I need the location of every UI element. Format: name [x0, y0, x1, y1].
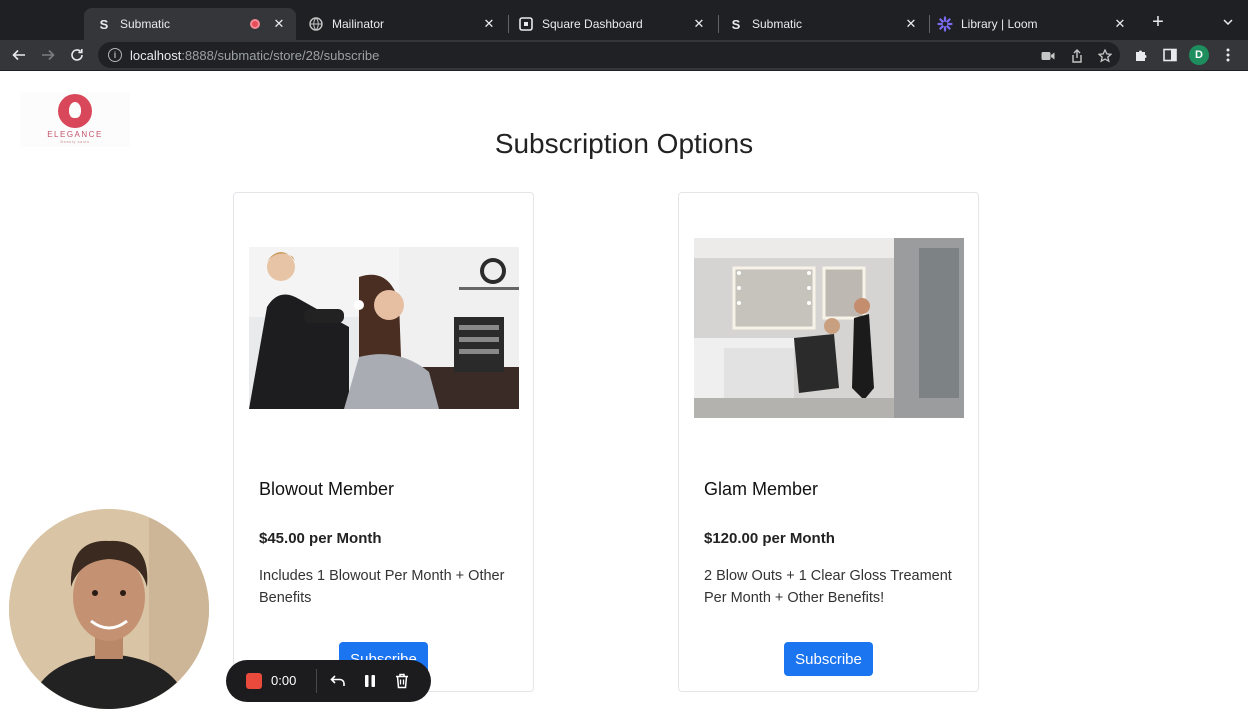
plan-card-blowout: Blowout Member $45.00 per Month Includes… [233, 192, 534, 692]
plan-name: Blowout Member [259, 479, 395, 499]
tab-submatic-active[interactable]: S Submatic ✕ [84, 8, 296, 40]
url-path: :8888/submatic/store/28/subscribe [181, 47, 380, 63]
tab-mailinator[interactable]: Mailinator ✕ [296, 8, 506, 40]
square-icon [518, 16, 534, 32]
url-host: localhost [130, 47, 182, 63]
undo-restart-icon[interactable] [328, 671, 348, 691]
tab-title: Library | Loom [961, 17, 1038, 31]
plan-description: Includes 1 Blowout Per Month + Other Ben… [259, 568, 505, 606]
page-title: Subscription Options [494, 128, 754, 159]
plan-name: Glam Member [704, 479, 819, 499]
address-bar[interactable]: i localhost:8888/submatic/store/28/subsc… [98, 42, 1120, 68]
back-arrow-icon[interactable] [8, 44, 30, 66]
recording-indicator-icon [250, 19, 260, 29]
subscribe-button[interactable]: Subscribe [784, 642, 873, 676]
submatic-favicon-icon: S [99, 16, 109, 32]
webcam-bubble[interactable] [9, 509, 209, 709]
extensions-puzzle-icon[interactable] [1132, 46, 1150, 64]
tab-submatic[interactable]: S Submatic ✕ [716, 8, 928, 40]
trash-icon[interactable] [392, 671, 412, 691]
close-tab-icon[interactable]: ✕ [482, 16, 496, 31]
close-tab-icon[interactable]: ✕ [1113, 16, 1127, 31]
close-tab-icon[interactable]: ✕ [904, 16, 918, 31]
close-tab-icon[interactable]: ✕ [692, 16, 706, 31]
tab-search-chevron-icon[interactable] [1218, 12, 1238, 32]
profile-avatar[interactable]: D [1189, 45, 1209, 65]
new-tab-plus-icon[interactable]: + [1148, 10, 1168, 34]
close-tab-icon[interactable]: ✕ [272, 16, 286, 31]
tab-title: Square Dashboard [542, 17, 643, 31]
tab-library-loom[interactable]: Library | Loom ✕ [925, 8, 1137, 40]
pause-icon[interactable] [360, 671, 380, 691]
stop-recording-button[interactable] [246, 673, 262, 689]
salon-interior-photo [694, 238, 964, 418]
recording-timer: 0:00 [271, 673, 297, 688]
kebab-menu-icon[interactable] [1219, 46, 1237, 64]
camera-icon[interactable] [1040, 48, 1056, 64]
plan-description: 2 Blow Outs + 1 Clear Gloss Treament Per… [704, 568, 952, 606]
forward-arrow-icon[interactable] [37, 44, 59, 66]
plan-price: $120.00 per Month [704, 530, 835, 547]
plan-price: $45.00 per Month [259, 530, 382, 547]
submatic-favicon-icon: S [731, 16, 741, 32]
salon-blowdry-photo [249, 247, 519, 409]
tab-square-dashboard[interactable]: Square Dashboard ✕ [506, 8, 716, 40]
logo-mark-icon [58, 94, 92, 128]
reload-icon[interactable] [66, 44, 88, 66]
globe-icon [308, 16, 324, 32]
bookmark-star-icon[interactable] [1097, 48, 1113, 64]
side-panel-icon[interactable] [1161, 46, 1179, 64]
loom-icon [937, 16, 953, 32]
browser-toolbar: i localhost:8888/submatic/store/28/subsc… [0, 40, 1248, 71]
browser-tab-strip: S Submatic ✕ Mailinator ✕ Square Dashboa… [0, 0, 1248, 40]
plan-card-glam: Glam Member $120.00 per Month 2 Blow Out… [678, 192, 979, 692]
divider [316, 669, 317, 693]
tab-title: Mailinator [332, 17, 385, 31]
recorder-controls: 0:00 [226, 660, 431, 702]
tab-title: Submatic [752, 17, 803, 31]
share-icon[interactable] [1069, 48, 1085, 64]
site-info-icon[interactable]: i [108, 48, 122, 62]
tab-title: Submatic [120, 17, 171, 31]
